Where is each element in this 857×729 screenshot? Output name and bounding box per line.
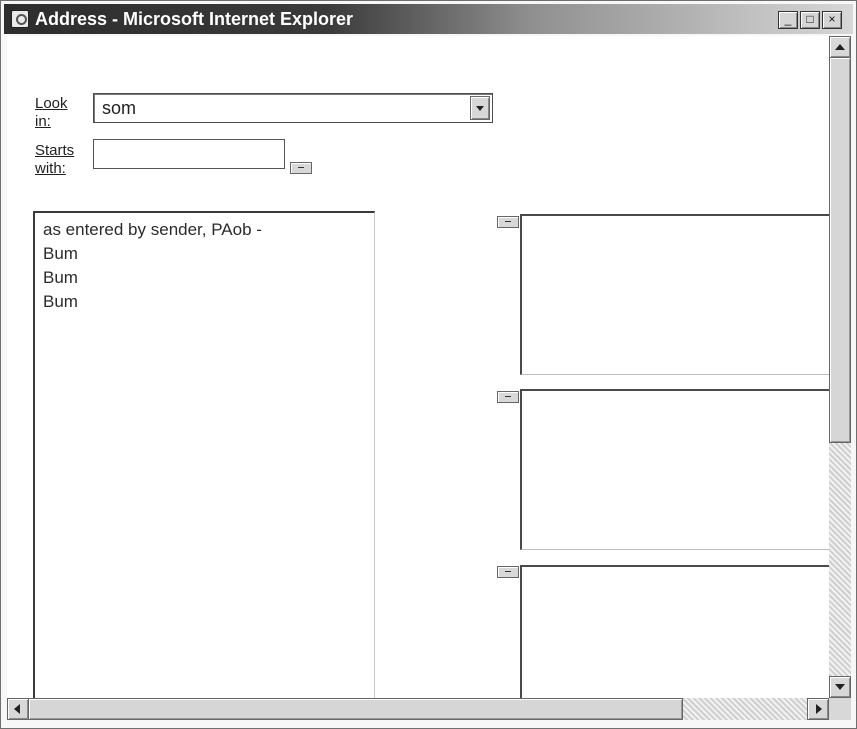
list-item[interactable]: Bum — [43, 291, 78, 313]
vertical-scroll-thumb[interactable] — [829, 57, 851, 443]
window-title: Address - Microsoft Internet Explorer — [35, 9, 354, 29]
minimize-button[interactable]: _ — [778, 11, 798, 29]
look-in-label-line-1: Look — [35, 95, 68, 112]
internet-explorer-icon — [11, 10, 29, 28]
list-item[interactable]: as entered by sender, PAob - — [43, 219, 262, 241]
horizontal-scroll-thumb[interactable] — [28, 698, 683, 720]
starts-with-label-line-1: Starts — [35, 142, 75, 159]
chevron-down-icon[interactable] — [470, 96, 490, 120]
detail-panel — [520, 565, 829, 698]
detail-panel — [520, 389, 829, 550]
arrow-right-icon[interactable] — [807, 698, 829, 720]
horizontal-scrollbar[interactable] — [7, 698, 829, 720]
maximize-button[interactable]: □ — [800, 11, 820, 29]
browser-window: Address - Microsoft Internet Explorer _ … — [0, 0, 857, 729]
minus-icon[interactable] — [497, 216, 519, 228]
scrollbar-corner — [829, 698, 851, 720]
look-in-select[interactable]: som — [93, 93, 493, 123]
page-content: Look in: som Starts with: as entered by … — [7, 36, 829, 698]
results-list[interactable]: as entered by sender, PAob - Bum Bum Bum — [33, 211, 375, 698]
window-title-bar[interactable]: Address - Microsoft Internet Explorer _ … — [4, 4, 853, 34]
minus-icon[interactable] — [497, 391, 519, 403]
minus-icon[interactable] — [497, 566, 519, 578]
look-in-selected-value: som — [102, 98, 137, 118]
detail-panel — [520, 214, 829, 375]
minus-icon[interactable] — [290, 162, 312, 174]
vertical-scrollbar[interactable] — [829, 36, 851, 698]
arrow-up-icon[interactable] — [829, 36, 851, 58]
close-button[interactable]: × — [822, 11, 842, 29]
list-item[interactable]: Bum — [43, 243, 78, 265]
starts-with-label-line-2: with: — [35, 160, 66, 177]
arrow-down-icon[interactable] — [829, 676, 851, 698]
look-in-label-line-2: in: — [35, 113, 51, 130]
starts-with-input[interactable] — [93, 139, 285, 169]
arrow-left-icon[interactable] — [7, 698, 29, 720]
list-item[interactable]: Bum — [43, 267, 78, 289]
